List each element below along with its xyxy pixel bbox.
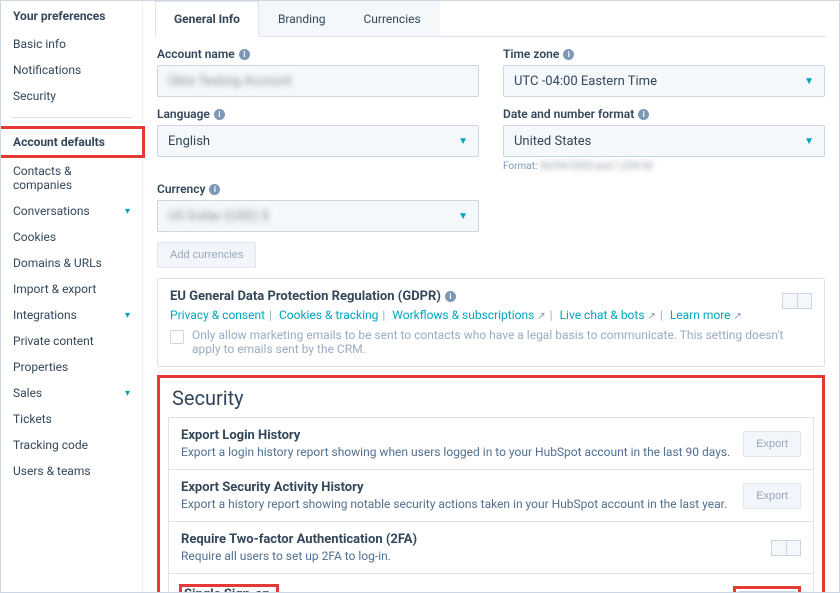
- dateformat-select[interactable]: United States ▼: [503, 125, 825, 157]
- external-link-icon: ↗: [734, 311, 742, 322]
- twofa-toggle[interactable]: [771, 540, 801, 556]
- gdpr-toggle[interactable]: [782, 293, 812, 309]
- sidebar-item-contacts-companies[interactable]: Contacts & companies: [1, 158, 142, 198]
- language-select[interactable]: English ▼: [157, 125, 479, 157]
- export-login-button[interactable]: Export: [743, 431, 801, 457]
- info-icon[interactable]: i: [239, 49, 250, 60]
- chevron-down-icon: ▼: [804, 136, 814, 147]
- sidebar-item-integrations[interactable]: Integrations ▾: [1, 302, 142, 328]
- timezone-label: Time zone i: [503, 47, 825, 61]
- sidebar-item-label: Sales: [13, 386, 42, 400]
- sidebar-item-domains-urls[interactable]: Domains & URLs: [1, 250, 142, 276]
- tab-currencies[interactable]: Currencies: [344, 1, 439, 36]
- sidebar-item-account-defaults[interactable]: Account defaults: [1, 129, 142, 155]
- divider: [11, 117, 132, 118]
- sidebar-item-label: Conversations: [13, 204, 90, 218]
- link-live-chat-bots[interactable]: Live chat & bots: [560, 308, 645, 322]
- security-row-2fa: Require Two-factor Authentication (2FA) …: [168, 521, 814, 574]
- sidebar-item-users-teams[interactable]: Users & teams: [1, 458, 142, 484]
- chevron-down-icon: ▾: [125, 206, 130, 217]
- chevron-down-icon: ▾: [125, 388, 130, 399]
- account-name-label: Account name i: [157, 47, 479, 61]
- security-section-highlight: Security Export Login History Export a l…: [157, 375, 825, 592]
- export-activity-heading: Export Security Activity History: [181, 480, 801, 495]
- gdpr-links: Privacy & consent| Cookies & tracking| W…: [170, 308, 812, 322]
- sidebar-item-properties[interactable]: Properties: [1, 354, 142, 380]
- gdpr-title: EU General Data Protection Regulation (G…: [170, 289, 812, 304]
- gdpr-legal-basis-checkbox[interactable]: [170, 330, 184, 344]
- export-activity-button[interactable]: Export: [743, 483, 801, 509]
- chevron-down-icon: ▾: [125, 310, 130, 321]
- tab-general-info[interactable]: General Info: [155, 1, 259, 37]
- timezone-select[interactable]: UTC -04:00 Eastern Time ▼: [503, 65, 825, 97]
- sidebar-item-cookies[interactable]: Cookies: [1, 224, 142, 250]
- sidebar-item-security[interactable]: Security: [1, 83, 142, 109]
- sidebar-item-sales[interactable]: Sales ▾: [1, 380, 142, 406]
- security-title: Security: [172, 386, 814, 410]
- info-icon[interactable]: i: [563, 49, 574, 60]
- sidebar-item-basic-info[interactable]: Basic info: [1, 31, 142, 57]
- export-login-desc: Export a login history report showing wh…: [181, 445, 801, 459]
- info-icon[interactable]: i: [445, 291, 456, 302]
- sidebar-heading-preferences: Your preferences: [1, 5, 142, 31]
- main-content: General Info Branding Currencies Account…: [143, 1, 839, 592]
- link-privacy-consent[interactable]: Privacy & consent: [170, 308, 265, 322]
- sso-heading: Single Sign-on: [184, 587, 270, 592]
- export-login-heading: Export Login History: [181, 428, 801, 443]
- sso-setup-highlight: Set up: [733, 586, 801, 593]
- language-label: Language i: [157, 107, 479, 121]
- info-icon[interactable]: i: [209, 184, 220, 195]
- sidebar-item-tracking-code[interactable]: Tracking code: [1, 432, 142, 458]
- twofa-desc: Require all users to set up 2FA to log-i…: [181, 549, 801, 563]
- dateformat-hint: Format: 06/04/2020 and 1,234.56: [503, 161, 825, 172]
- sidebar-highlight-account-defaults: Account defaults: [0, 126, 145, 158]
- link-cookies-tracking[interactable]: Cookies & tracking: [279, 308, 378, 322]
- sidebar-item-private-content[interactable]: Private content: [1, 328, 142, 354]
- tab-branding[interactable]: Branding: [259, 1, 345, 36]
- link-learn-more[interactable]: Learn more: [670, 308, 731, 322]
- twofa-heading: Require Two-factor Authentication (2FA): [181, 532, 801, 547]
- sidebar: Your preferences Basic info Notification…: [1, 1, 143, 592]
- sidebar-item-conversations[interactable]: Conversations ▾: [1, 198, 142, 224]
- sidebar-item-label: Integrations: [13, 308, 77, 322]
- chevron-down-icon: ▼: [458, 136, 468, 147]
- security-row-sso: Single Sign-on Use your company's login …: [168, 573, 814, 592]
- security-row-export-login: Export Login History Export a login hist…: [168, 417, 814, 470]
- sidebar-item-tickets[interactable]: Tickets: [1, 406, 142, 432]
- gdpr-checkbox-text: Only allow marketing emails to be sent t…: [192, 328, 812, 356]
- external-link-icon: ↗: [537, 311, 545, 322]
- chevron-down-icon: ▼: [804, 76, 814, 87]
- sso-heading-highlight: Single Sign-on: [179, 584, 279, 592]
- security-row-export-activity: Export Security Activity History Export …: [168, 469, 814, 522]
- currency-select[interactable]: US Dollar (USD) $ ▼: [157, 200, 479, 232]
- currency-label: Currency i: [157, 182, 479, 196]
- link-workflows-subscriptions[interactable]: Workflows & subscriptions: [392, 308, 534, 322]
- account-name-input[interactable]: Okta Testing Account: [157, 65, 479, 97]
- sidebar-item-import-export[interactable]: Import & export: [1, 276, 142, 302]
- export-activity-desc: Export a history report showing notable …: [181, 497, 801, 511]
- dateformat-label: Date and number format i: [503, 107, 825, 121]
- sso-setup-button[interactable]: Set up: [738, 591, 796, 593]
- add-currencies-button[interactable]: Add currencies: [157, 242, 256, 268]
- gdpr-panel: EU General Data Protection Regulation (G…: [157, 278, 825, 367]
- info-icon[interactable]: i: [214, 109, 225, 120]
- info-icon[interactable]: i: [638, 109, 649, 120]
- tabs: General Info Branding Currencies: [155, 1, 827, 37]
- chevron-down-icon: ▼: [458, 211, 468, 222]
- external-link-icon: ↗: [648, 311, 656, 322]
- sidebar-item-notifications[interactable]: Notifications: [1, 57, 142, 83]
